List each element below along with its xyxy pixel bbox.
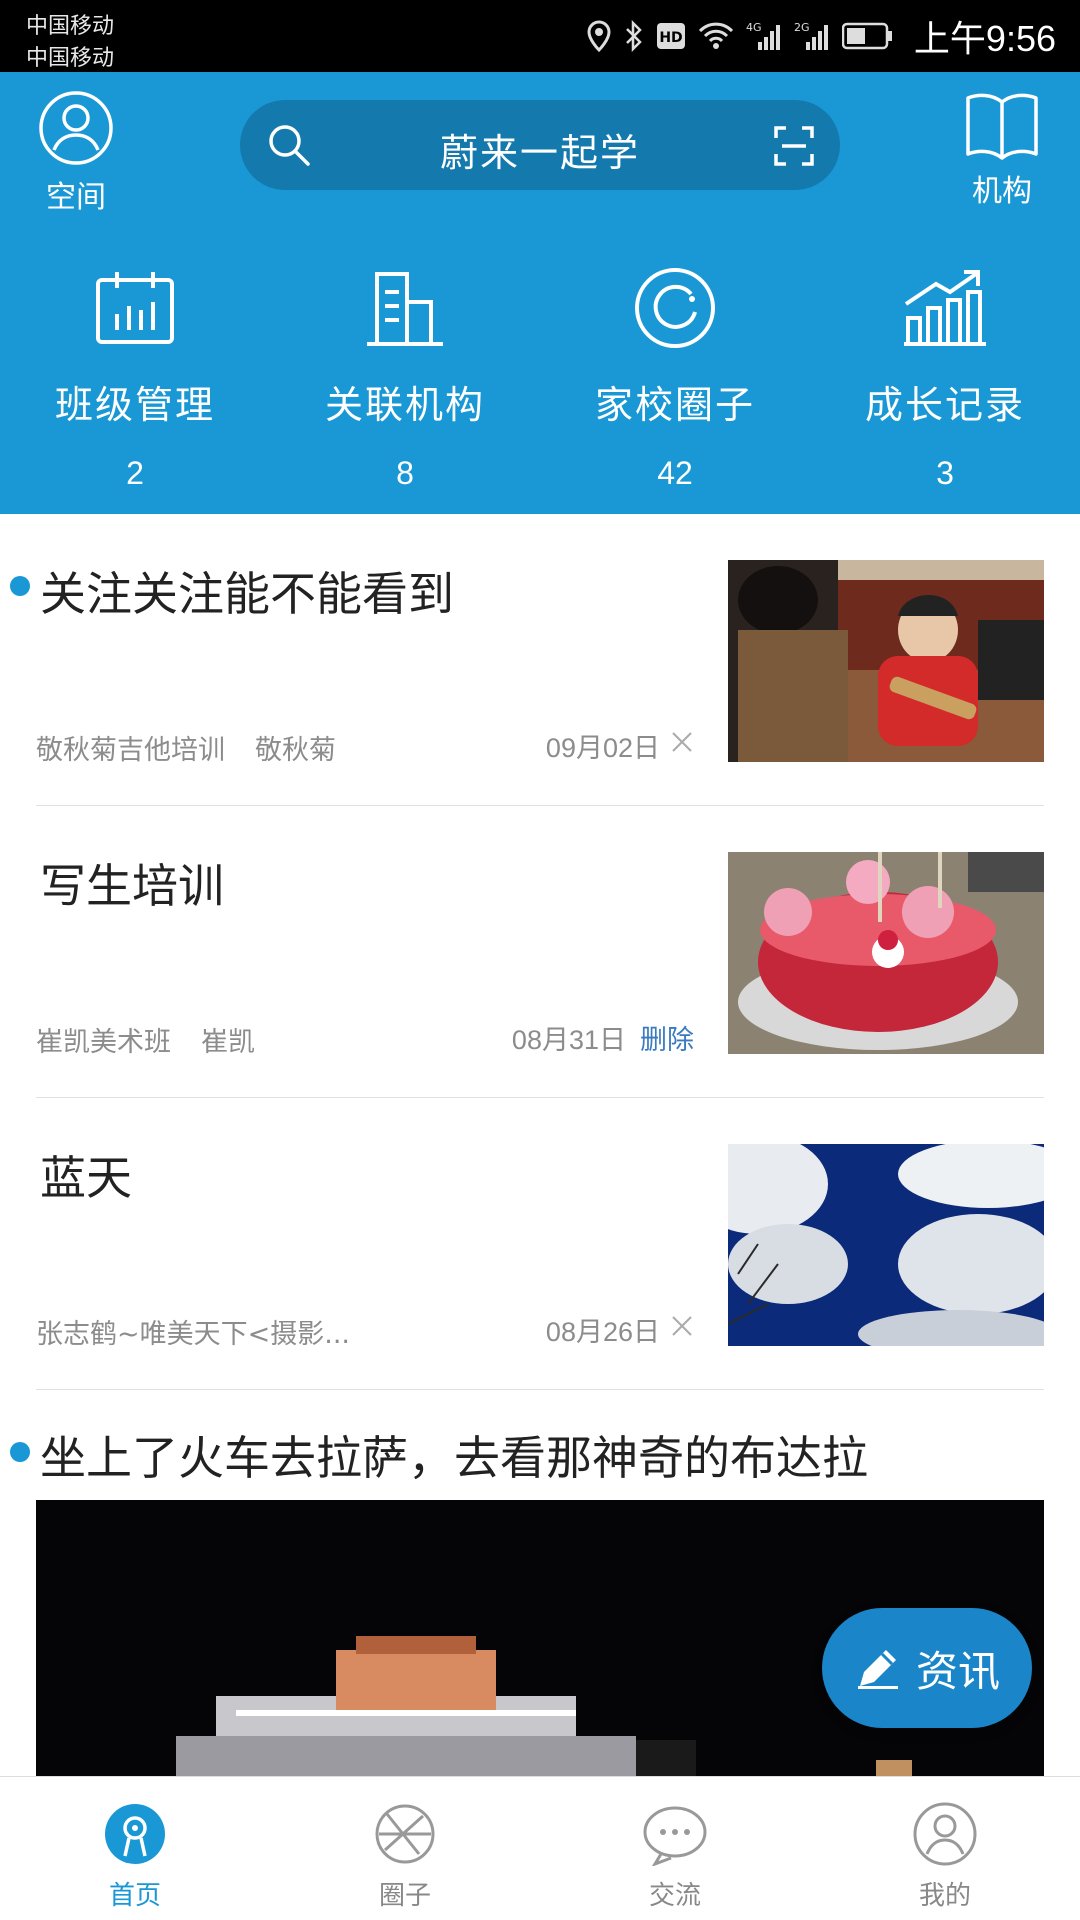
feed-item-title: 关注关注能不能看到: [40, 567, 454, 621]
svg-text:HD: HD: [659, 30, 682, 46]
tab-label: 首页: [108, 1881, 161, 1911]
circle-icon: [635, 268, 715, 348]
fab-label: 资讯: [915, 1646, 1000, 1696]
feed-item-date: 08月26日: [545, 1317, 660, 1347]
header: 空间 蔚来一起学 机构 班级管理 2 关联机构 8 家校圈子 42 成长记录 3: [0, 72, 1080, 514]
close-icon: [672, 732, 692, 752]
feed-item-author: 崔凯: [201, 1027, 255, 1058]
feed-item-author: 敬秋菊: [255, 735, 336, 766]
stat-count: 3: [936, 455, 954, 491]
stat-count: 8: [396, 455, 414, 491]
stat-count: 2: [126, 455, 144, 491]
stat-class-management[interactable]: 班级管理 2: [0, 260, 270, 492]
feed-item-date-row: 08月31日 删除: [512, 1018, 694, 1057]
unread-dot: [10, 576, 30, 596]
hd-icon: HD: [656, 23, 685, 49]
stat-related-institutions[interactable]: 关联机构 8: [270, 260, 540, 492]
chat-icon: [643, 1806, 707, 1866]
circles-icon: [375, 1804, 435, 1864]
dismiss-button[interactable]: [670, 1314, 694, 1345]
feed-item-org: 崔凯美术班: [36, 1027, 171, 1058]
feed-item-meta: 张志鹤~唯美天下<摄影...: [36, 1312, 350, 1351]
feed-item-meta: 崔凯美术班 崔凯: [36, 1020, 255, 1059]
feed-item-meta: 敬秋菊吉他培训 敬秋菊: [36, 728, 336, 767]
chart-icon: [904, 270, 986, 346]
wifi-icon: [698, 22, 734, 49]
search-text: 蔚来一起学: [439, 131, 640, 175]
bluetooth-icon: [626, 20, 642, 52]
tab-home[interactable]: 首页: [0, 1777, 270, 1920]
svg-text:4G: 4G: [746, 21, 762, 34]
stat-name: 班级管理: [54, 383, 215, 427]
stat-growth-record[interactable]: 成长记录 3: [810, 260, 1080, 492]
feed-item-thumbnail: [728, 852, 1044, 1054]
search-bar[interactable]: 蔚来一起学: [240, 100, 840, 190]
delete-button[interactable]: 删除: [640, 1018, 694, 1057]
scan-icon[interactable]: [774, 126, 814, 166]
tab-label: 交流: [648, 1881, 701, 1911]
feed-item-title: 坐上了火车去拉萨，去看那神奇的布达拉: [40, 1431, 868, 1485]
pencil-icon: [857, 1650, 898, 1689]
feed-item-thumbnail: [728, 1144, 1044, 1346]
unread-dot: [10, 1442, 30, 1462]
space-label: 空间: [46, 180, 106, 215]
clock: 上午9:56: [913, 18, 1056, 59]
status-icons: HD 4G 2G 上午9:56: [586, 14, 1056, 59]
feed-item-title: 写生培训: [40, 859, 224, 913]
feed-item-org: 张志鹤~唯美天下<摄影...: [36, 1319, 350, 1350]
space-button[interactable]: 空间: [36, 90, 116, 216]
feed-item-date-row: 08月26日: [546, 1310, 694, 1349]
feed-item-date-row: 09月02日: [546, 726, 694, 765]
person-icon: [39, 91, 113, 165]
signal-4g-icon: 4G: [746, 21, 780, 50]
status-bar: 中国移动 中国移动 HD 4G 2G 上午9:56: [0, 0, 1080, 72]
close-icon: [672, 1316, 692, 1336]
stat-count: 42: [657, 455, 693, 491]
building-icon: [367, 272, 443, 346]
feed-item-date: 09月02日: [545, 733, 660, 763]
book-icon: [966, 93, 1038, 160]
institution-label: 机构: [972, 174, 1032, 209]
news-fab-button[interactable]: 资讯: [822, 1608, 1032, 1728]
tab-label: 圈子: [378, 1881, 431, 1911]
tab-circles[interactable]: 圈子: [270, 1777, 540, 1920]
calendar-icon: [96, 272, 174, 344]
signal-2g-icon: 2G: [794, 21, 828, 50]
feed-item-date: 08月31日: [511, 1025, 626, 1055]
svg-text:2G: 2G: [794, 21, 810, 34]
tab-label: 我的: [918, 1881, 971, 1911]
stats-row: 班级管理 2 关联机构 8 家校圈子 42 成长记录 3: [0, 260, 1080, 492]
feed-item-thumbnail: [728, 560, 1044, 762]
tab-profile[interactable]: 我的: [810, 1777, 1080, 1920]
user-icon: [913, 1802, 977, 1866]
bottom-tab-bar: 首页 圈子 交流 我的: [0, 1776, 1080, 1920]
stat-home-school-circle[interactable]: 家校圈子 42: [540, 260, 810, 492]
stat-name: 成长记录: [864, 383, 1025, 427]
institution-button[interactable]: 机构: [960, 90, 1044, 210]
location-icon: [587, 20, 611, 52]
stat-name: 家校圈子: [594, 383, 755, 427]
feed-item-org: 敬秋菊吉他培训: [36, 735, 225, 766]
carrier-label-1: 中国移动: [26, 14, 115, 39]
dismiss-button[interactable]: [670, 730, 694, 761]
feed-item[interactable]: 写生培训 崔凯美术班 崔凯 08月31日 删除: [0, 806, 1080, 1098]
tab-chat[interactable]: 交流: [540, 1777, 810, 1920]
battery-icon: [841, 22, 892, 50]
feed-item[interactable]: 蓝天 张志鹤~唯美天下<摄影... 08月26日: [0, 1098, 1080, 1390]
feed-item-large[interactable]: 坐上了火车去拉萨，去看那神奇的布达拉: [0, 1390, 1080, 1800]
stat-name: 关联机构: [324, 383, 485, 427]
carrier-label-2: 中国移动: [26, 46, 115, 71]
home-icon: [105, 1804, 165, 1864]
feed-item-title: 蓝天: [40, 1151, 132, 1205]
feed-item[interactable]: 关注关注能不能看到 敬秋菊吉他培训 敬秋菊 09月02日: [0, 514, 1080, 806]
